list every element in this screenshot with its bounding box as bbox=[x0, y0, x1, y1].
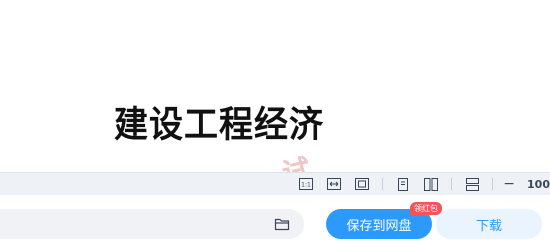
svg-text:1:1: 1:1 bbox=[301, 182, 311, 189]
folder-icon[interactable] bbox=[274, 216, 290, 232]
watermark: 试 bbox=[279, 152, 314, 172]
fit-width-icon[interactable] bbox=[326, 177, 342, 191]
double-page-icon[interactable] bbox=[423, 177, 439, 191]
red-packet-badge: 领红包 bbox=[410, 202, 442, 215]
action-bar: 保存到网盘 领红包 下载 bbox=[0, 195, 550, 252]
document-title: 建设工程经济 bbox=[114, 104, 324, 147]
actual-size-icon[interactable]: 1:1 bbox=[298, 177, 314, 191]
toolbar-divider bbox=[492, 178, 494, 190]
viewer-toolbar: 1:1 − 100 bbox=[0, 172, 550, 195]
single-page-icon[interactable] bbox=[395, 177, 411, 191]
toolbar-divider bbox=[382, 178, 384, 190]
zoom-level[interactable]: 100 bbox=[527, 178, 550, 191]
zoom-out-button[interactable]: − bbox=[503, 177, 515, 191]
fit-page-icon[interactable] bbox=[354, 177, 370, 191]
toolbar-divider bbox=[451, 178, 453, 190]
scroll-mode-icon[interactable] bbox=[464, 177, 480, 191]
document-viewer: 建设工程经济 试 bbox=[0, 0, 550, 172]
download-button[interactable]: 下载 bbox=[436, 209, 542, 239]
save-path-field[interactable] bbox=[0, 209, 304, 239]
